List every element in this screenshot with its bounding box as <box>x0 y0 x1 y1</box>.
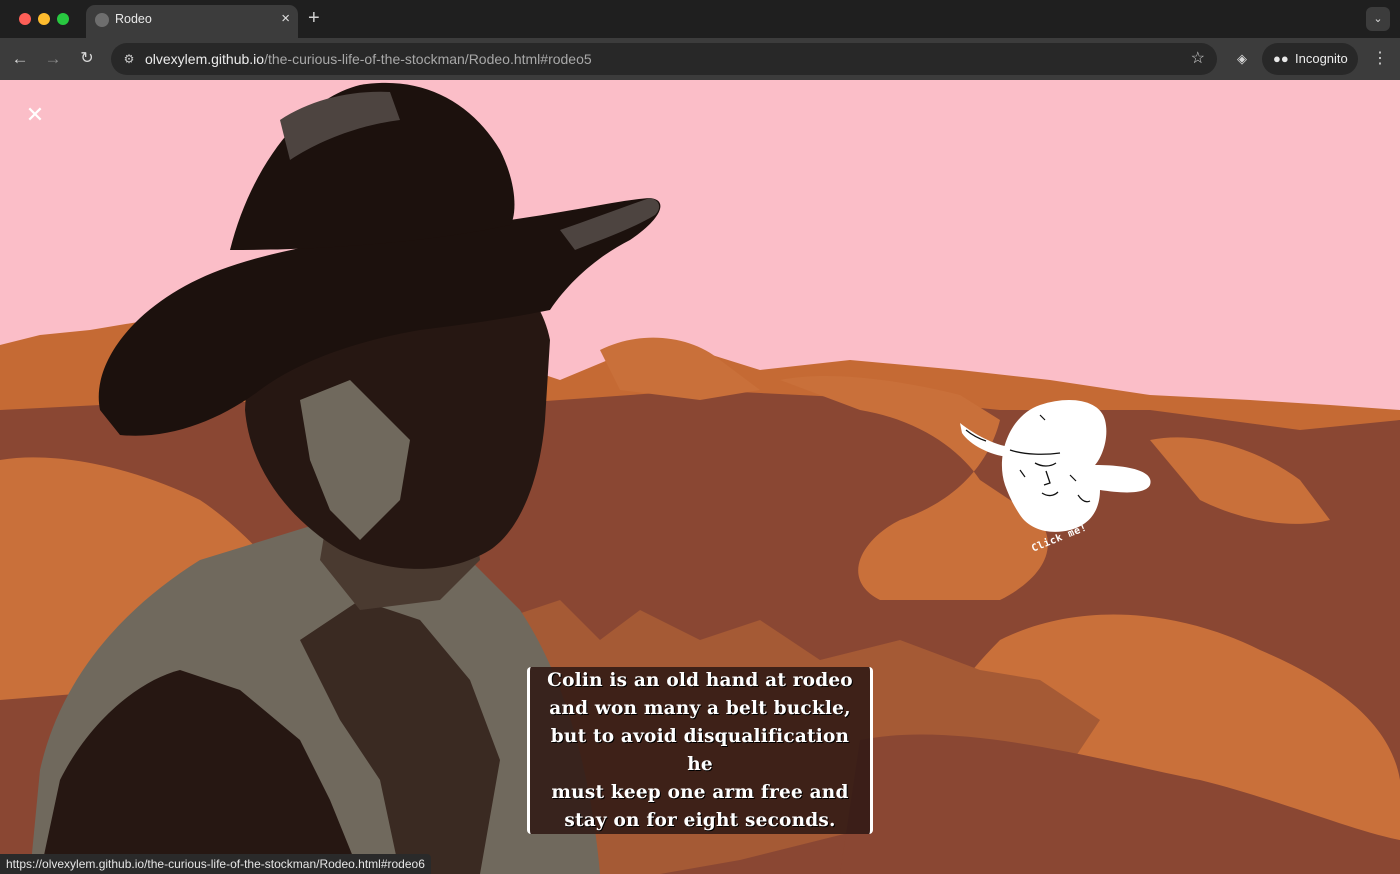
globe-icon <box>95 13 109 27</box>
bookmark-star-icon[interactable]: ☆ <box>1191 48 1205 70</box>
caption-text: Colin is an old hand at rodeo and won ma… <box>544 667 856 835</box>
incognito-icon: ●● <box>1273 51 1289 66</box>
tab-title: Rodeo <box>115 12 152 26</box>
tab-strip: Rodeo × + ⌄ <box>0 0 1400 38</box>
forward-arrow-icon[interactable]: → <box>41 47 65 71</box>
caption-line: Colin is an old hand at rodeo <box>547 669 853 691</box>
close-icon[interactable]: ✕ <box>24 104 46 126</box>
extensions-icon[interactable]: ◈ <box>1230 47 1254 71</box>
more-menu-icon[interactable]: ⋮ <box>1370 47 1390 71</box>
back-arrow-icon[interactable]: ← <box>8 47 32 71</box>
url-path: /the-curious-life-of-the-stockman/Rodeo.… <box>264 51 592 67</box>
window-minimize-button[interactable] <box>38 13 50 25</box>
incognito-label: Incognito <box>1295 51 1348 66</box>
url-host: olvexylem.github.io <box>145 51 265 67</box>
cowboy-hat-face-icon <box>960 400 1151 532</box>
window-maximize-button[interactable] <box>57 13 69 25</box>
chevron-down-icon[interactable]: ⌄ <box>1366 7 1390 31</box>
link-status-bar: https://olvexylem.github.io/the-curious-… <box>0 854 431 874</box>
reload-icon[interactable]: ↻ <box>75 47 99 71</box>
window-close-button[interactable] <box>19 13 31 25</box>
address-bar[interactable]: ⚙ olvexylem.github.io/the-curious-life-o… <box>111 43 1217 75</box>
caption-line: but to avoid disqualification he <box>550 725 850 775</box>
click-me-hat-button[interactable]: Click me! <box>950 375 1160 560</box>
caption-line: stay on for eight seconds. <box>564 809 836 831</box>
close-icon[interactable]: × <box>281 10 290 28</box>
incognito-profile-button[interactable]: ●● Incognito <box>1262 43 1358 75</box>
browser-tab[interactable]: Rodeo × <box>86 5 298 38</box>
page-viewport: ✕ Click me! Colin is an old hand at rode… <box>0 80 1400 874</box>
story-caption: Colin is an old hand at rodeo and won ma… <box>527 667 873 834</box>
new-tab-button[interactable]: + <box>308 7 320 29</box>
site-info-icon[interactable]: ⚙ <box>119 49 139 69</box>
caption-line: and won many a belt buckle, <box>549 697 851 719</box>
url-text[interactable]: olvexylem.github.io/the-curious-life-of-… <box>145 51 592 67</box>
caption-line: must keep one arm free and <box>551 781 849 803</box>
browser-toolbar: ← → ↻ ⚙ olvexylem.github.io/the-curious-… <box>0 38 1400 80</box>
